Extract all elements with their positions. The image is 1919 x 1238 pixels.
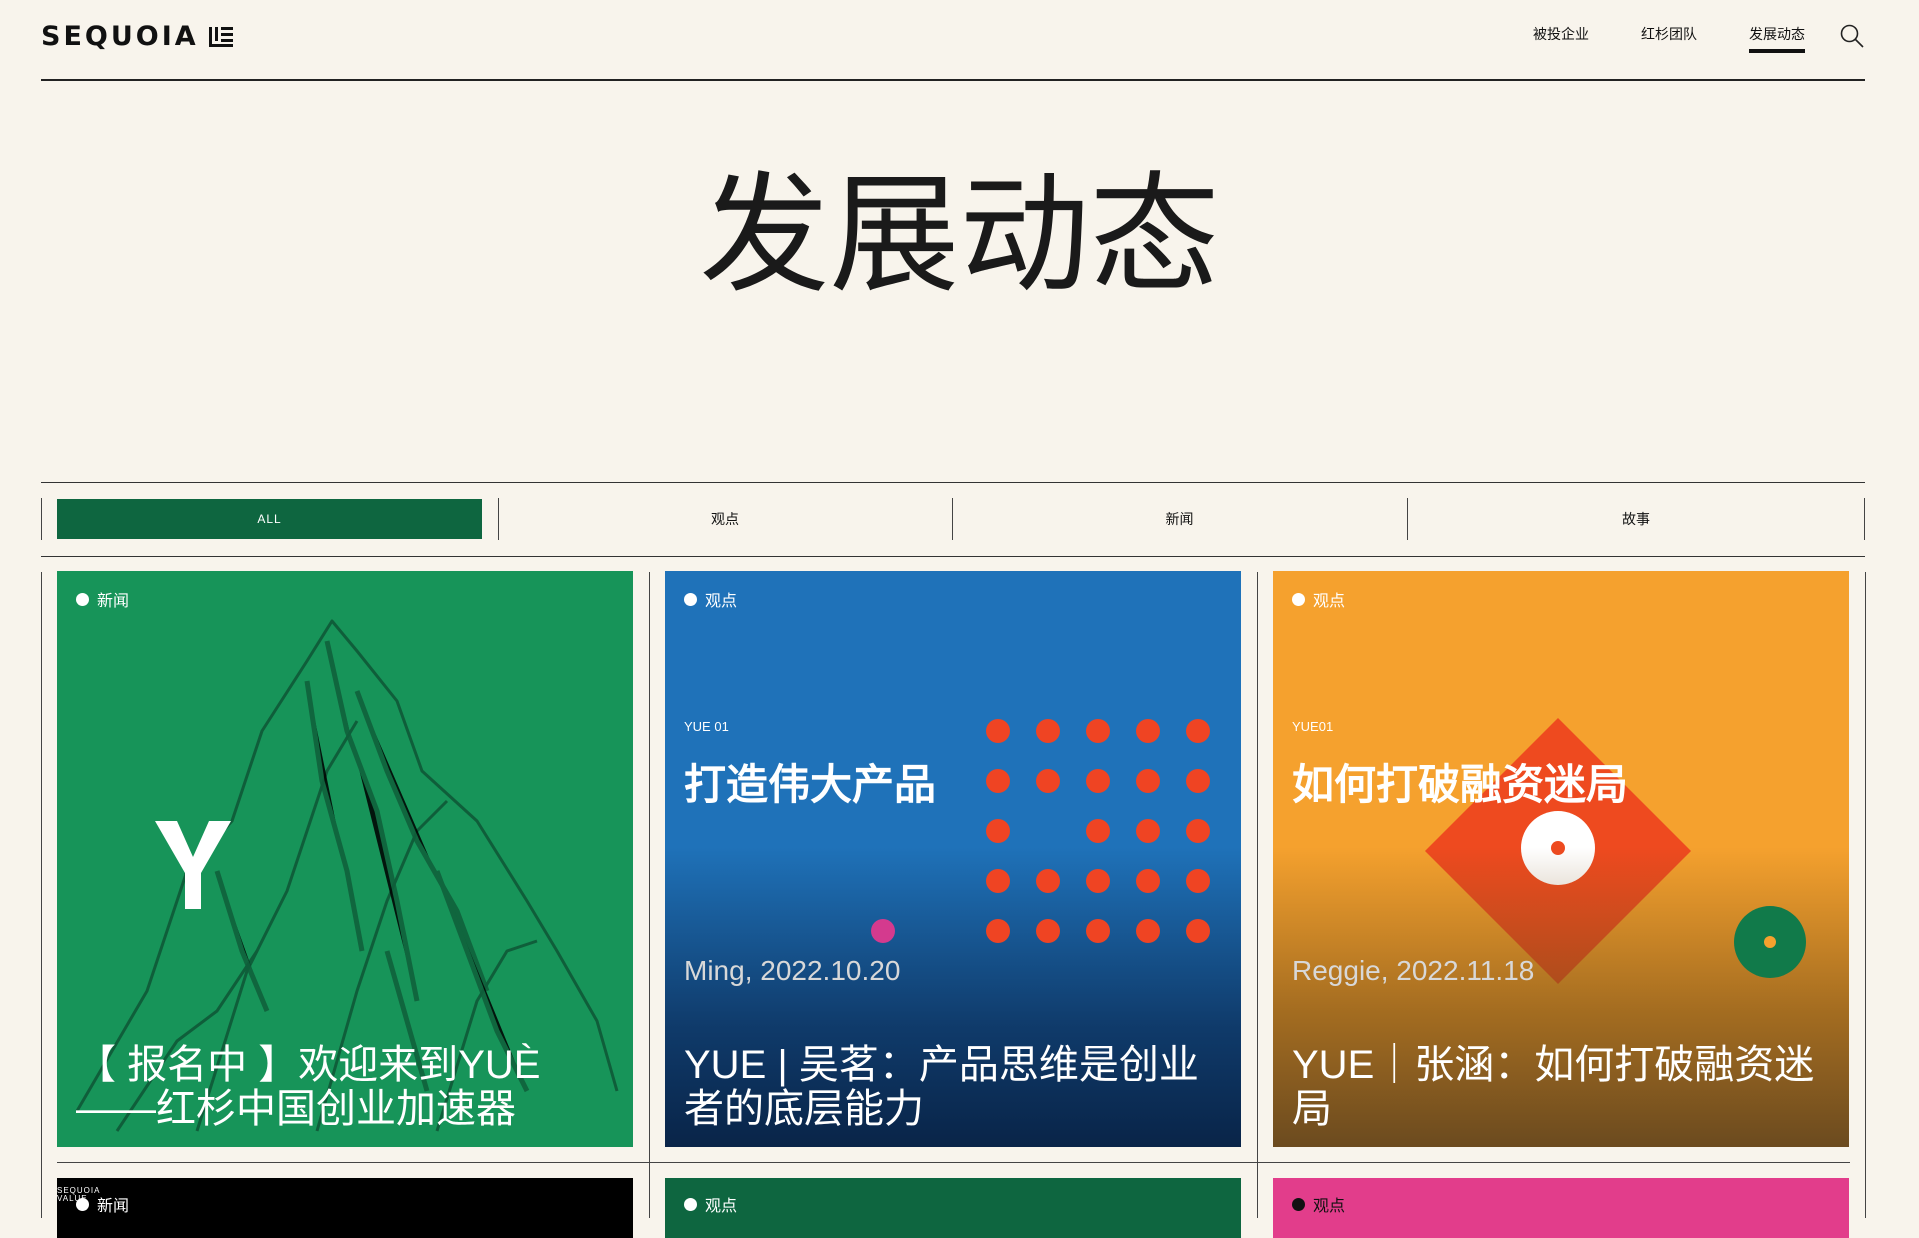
filter-tab-stories[interactable]: 故事 (1407, 499, 1865, 539)
tag-dot-icon (684, 1197, 697, 1211)
main-nav: 被投企业 红杉团队 发展动态 (1481, 24, 1865, 53)
nav-item-news[interactable]: 发展动态 (1749, 24, 1805, 53)
site-header: SEQUOIA 被投企业 红杉团队 发展动态 (41, 0, 1865, 81)
article-card[interactable]: 观点 (1273, 1178, 1849, 1238)
grid-divider (1257, 572, 1258, 1218)
card-tag: 新闻 (76, 587, 129, 611)
card-tag: 观点 (1292, 1192, 1345, 1216)
article-card[interactable]: 观点 YUE01 如何打破融资迷局 Reggie, 2022.11.18 YUE… (1273, 571, 1849, 1147)
nav-item-team[interactable]: 红杉团队 (1641, 24, 1697, 53)
yue-logo-icon (155, 821, 231, 909)
page-title: 发展动态 (699, 159, 1220, 311)
tag-dot-icon (1292, 1197, 1305, 1211)
card-title[interactable]: YUE｜张涵：如何打破融资迷局 (1292, 1043, 1819, 1131)
filter-bar: ALL 观点 新闻 故事 (41, 482, 1865, 557)
row-divider (57, 1162, 1850, 1163)
cover-byline: Ming, 2022.10.20 (684, 955, 901, 986)
cover-byline: Reggie, 2022.11.18 (1292, 955, 1535, 986)
sequoia-logo[interactable]: SEQUOIA (41, 21, 235, 52)
filter-tab-news[interactable]: 新闻 (952, 499, 1407, 539)
cover-series-label: YUE 01 (684, 719, 729, 734)
sequoia-leaf-icon (208, 26, 233, 47)
article-card[interactable]: SEQUOIA VALUE 新闻 (57, 1178, 633, 1238)
filter-tab-opinion[interactable]: 观点 (498, 499, 952, 539)
card-tag: 观点 (1292, 587, 1345, 611)
tag-dot-icon (1292, 592, 1305, 606)
card-title[interactable]: 【 报名中 】欢迎来到YUÈ——红杉中国创业加速器 (76, 1043, 603, 1131)
grid-divider (649, 572, 650, 1218)
card-tag: 观点 (684, 1192, 737, 1216)
filter-tab-all[interactable]: ALL (57, 499, 482, 539)
card-title[interactable]: YUE | 吴茗：产品思维是创业者的底层能力 (684, 1043, 1211, 1131)
cover-headline: 打造伟大产品 (684, 761, 937, 808)
article-card[interactable]: 新闻 【 报名中 】欢迎来到YUÈ——红杉中国创业加速器 (57, 571, 633, 1147)
grid-divider (1865, 572, 1866, 1218)
tag-dot-icon (684, 592, 697, 606)
green-disc-icon (1734, 906, 1806, 978)
card-tag: 观点 (684, 587, 737, 611)
grid-divider (41, 572, 42, 1218)
logo-wordmark: SEQUOIA (41, 21, 199, 52)
article-card[interactable]: 观点 (665, 1178, 1241, 1238)
tag-dot-icon (76, 1197, 89, 1211)
article-card[interactable]: 观点 YUE 01 打造伟大产品 Ming, 2022.10.20 YUE | … (665, 571, 1241, 1147)
search-icon[interactable] (1839, 23, 1865, 49)
cover-headline: 如何打破融资迷局 (1292, 761, 1629, 808)
cover-series-label: YUE01 (1292, 719, 1334, 734)
accent-dot-icon (871, 919, 895, 943)
card-tag: 新闻 (76, 1192, 129, 1216)
dot-grid-illustration (986, 719, 1210, 943)
nav-item-portfolio[interactable]: 被投企业 (1533, 24, 1589, 53)
tag-dot-icon (76, 592, 89, 606)
